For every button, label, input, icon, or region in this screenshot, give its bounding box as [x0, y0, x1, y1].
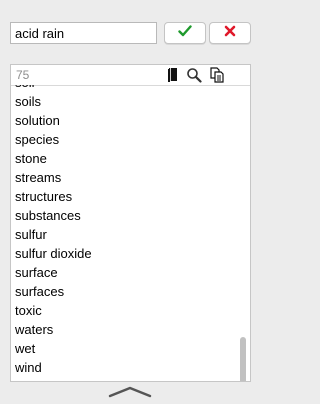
confirm-button[interactable] [164, 22, 206, 44]
list-item[interactable]: surface [15, 263, 92, 282]
list-item[interactable]: structures [15, 187, 92, 206]
checkmark-icon [178, 24, 192, 42]
scrollbar-thumb[interactable] [240, 337, 246, 381]
list-item[interactable]: streams [15, 168, 92, 187]
chevron-up-icon[interactable] [106, 385, 154, 399]
list-item[interactable]: waters [15, 320, 92, 339]
list-item[interactable]: surfaces [15, 282, 92, 301]
list-item[interactable]: wind [15, 358, 92, 377]
search-icon[interactable] [186, 67, 202, 83]
list-item[interactable]: sulfur [15, 225, 92, 244]
word-list-items: soil soils solution species stone stream… [15, 85, 92, 377]
list-item[interactable]: wet [15, 339, 92, 358]
item-count: 75 [16, 68, 30, 82]
list-item[interactable]: soils [15, 92, 92, 111]
word-list[interactable]: soil soils solution species stone stream… [11, 85, 250, 381]
book-icon[interactable] [165, 67, 181, 83]
x-mark-icon [224, 24, 236, 42]
cancel-button[interactable] [209, 22, 251, 44]
list-item[interactable]: sulfur dioxide [15, 244, 92, 263]
list-item[interactable]: solution [15, 111, 92, 130]
list-item[interactable]: soil [15, 85, 92, 92]
list-item[interactable]: species [15, 130, 92, 149]
copy-icon[interactable] [209, 67, 225, 83]
list-toolbar: 75 [11, 65, 250, 86]
list-item[interactable]: toxic [15, 301, 92, 320]
search-input[interactable] [10, 22, 157, 44]
list-item[interactable]: substances [15, 206, 92, 225]
word-list-panel: 75 soil soi [10, 64, 251, 382]
list-item[interactable]: stone [15, 149, 92, 168]
